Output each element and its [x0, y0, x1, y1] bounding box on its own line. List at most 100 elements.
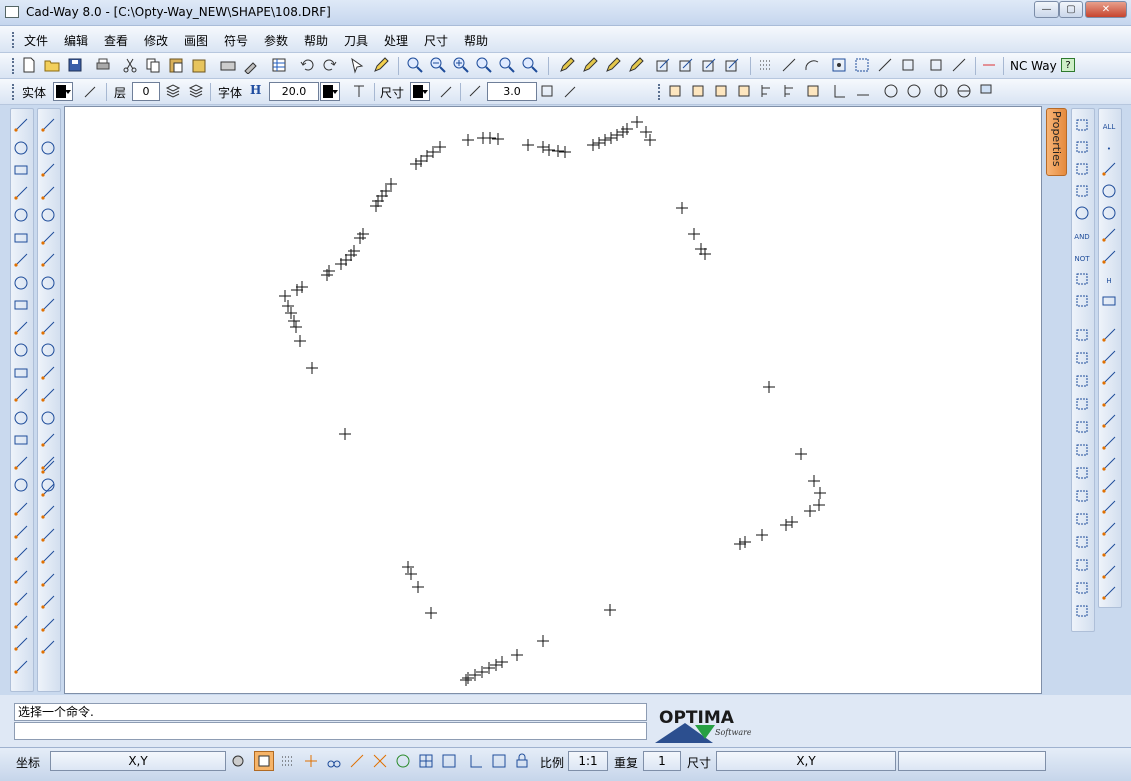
edit-extra-1-icon[interactable] — [39, 458, 57, 476]
draw-text-icon[interactable] — [12, 364, 30, 382]
layer-field[interactable]: 0 — [132, 82, 160, 101]
block-snap-icon[interactable] — [440, 752, 458, 770]
point-marker[interactable] — [593, 137, 605, 149]
point-marker[interactable] — [763, 381, 775, 393]
point-marker[interactable] — [469, 669, 481, 681]
select-not-icon[interactable]: NOT — [1073, 248, 1091, 266]
draw-ellipse-icon[interactable] — [12, 206, 30, 224]
select-dimension-icon[interactable] — [1100, 292, 1118, 310]
grid-props-icon[interactable] — [270, 56, 288, 74]
font-size-field[interactable]: 20.0 — [269, 82, 319, 101]
point-marker[interactable] — [291, 284, 303, 296]
menu-params[interactable]: 参数 — [264, 32, 288, 49]
snap-1-icon[interactable] — [1100, 326, 1118, 344]
draw-spline-icon[interactable] — [12, 296, 30, 314]
select-chain-icon[interactable] — [1073, 204, 1091, 222]
draw-circle-icon[interactable] — [12, 184, 30, 202]
draw-block-icon[interactable] — [12, 476, 30, 494]
paste-icon[interactable] — [167, 56, 185, 74]
snap-grid-icon[interactable] — [757, 56, 775, 74]
menu-view[interactable]: 查看 — [104, 32, 128, 49]
menu-help-2[interactable]: 帮助 — [464, 32, 488, 49]
title-bar[interactable]: Cad-Way 8.0 - [C:\Opty-Way_NEW\SHAPE\108… — [0, 0, 1131, 26]
point-marker[interactable] — [631, 116, 643, 128]
zoom-previous-icon[interactable] — [498, 56, 516, 74]
menu-file[interactable]: 文件 — [24, 32, 48, 49]
align-right-icon[interactable] — [804, 82, 822, 100]
point-marker[interactable] — [611, 129, 623, 141]
edit-offset-icon[interactable] — [39, 184, 57, 202]
entity-style-icon[interactable] — [82, 82, 100, 100]
draw-polygon-icon[interactable] — [12, 251, 30, 269]
point-marker[interactable] — [734, 538, 746, 550]
select-type-icon[interactable] — [1073, 292, 1091, 310]
draw-picture-icon[interactable] — [12, 454, 30, 472]
point-marker[interactable] — [786, 516, 798, 528]
properties-tab[interactable]: Properties — [1046, 108, 1067, 176]
point-marker[interactable] — [587, 139, 599, 151]
edit-trim-icon[interactable] — [39, 116, 57, 134]
point-marker[interactable] — [296, 281, 308, 293]
draw-dim-icon[interactable] — [12, 386, 30, 404]
save-icon[interactable] — [66, 56, 84, 74]
contrast-icon[interactable] — [932, 82, 950, 100]
select-and-icon[interactable]: AND — [1073, 226, 1091, 244]
snap-5-icon[interactable] — [1100, 412, 1118, 430]
transform-7-icon[interactable] — [1073, 464, 1091, 482]
snap-13-icon[interactable] — [1100, 584, 1118, 602]
point-marker[interactable] — [511, 649, 523, 661]
edit-extra-8-icon[interactable] — [39, 616, 57, 634]
polar-icon[interactable] — [325, 752, 343, 770]
draw-extra-1-icon[interactable] — [12, 500, 30, 518]
point-marker[interactable] — [522, 139, 534, 151]
snap-6-icon[interactable] — [1100, 434, 1118, 452]
snap-center-icon[interactable] — [830, 56, 848, 74]
transform-5-icon[interactable] — [1073, 418, 1091, 436]
edit-line-icon[interactable] — [558, 56, 576, 74]
track-icon[interactable] — [348, 752, 366, 770]
draw-cloud-icon[interactable] — [12, 319, 30, 337]
drawing-canvas[interactable] — [64, 106, 1042, 694]
menu-dimension[interactable]: 尺寸 — [424, 32, 448, 49]
menu-grip[interactable] — [12, 32, 15, 48]
grid-toggle-icon[interactable] — [279, 752, 297, 770]
font-color-select[interactable] — [320, 82, 340, 101]
edit-extra-7-icon[interactable] — [39, 593, 57, 611]
edit-align-icon[interactable] — [39, 431, 57, 449]
grid-snap-icon[interactable] — [417, 752, 435, 770]
undo-icon[interactable] — [298, 56, 316, 74]
snap-12-icon[interactable] — [1100, 563, 1118, 581]
view-front-icon[interactable] — [689, 82, 707, 100]
help-icon[interactable]: ? — [1061, 58, 1075, 72]
rewind-icon[interactable] — [905, 82, 923, 100]
entity-color-select[interactable] — [53, 82, 73, 101]
select-crossing-icon[interactable] — [1073, 138, 1091, 156]
snap-intersection-icon[interactable] — [853, 56, 871, 74]
select-text-icon[interactable]: H — [1100, 270, 1118, 288]
draw-extra-3-icon[interactable] — [12, 545, 30, 563]
snap-4-icon[interactable] — [1100, 391, 1118, 409]
scale-field[interactable]: 1:1 — [568, 751, 608, 771]
draw-extra-6-icon[interactable] — [12, 613, 30, 631]
cut-icon[interactable] — [121, 56, 139, 74]
draw-scale-icon[interactable] — [12, 431, 30, 449]
dimension-color-select[interactable] — [410, 82, 430, 101]
point-marker[interactable] — [370, 200, 382, 212]
plot-icon[interactable] — [219, 56, 237, 74]
point-marker[interactable] — [537, 141, 549, 153]
dimension-style-icon[interactable] — [438, 82, 456, 100]
export-icon[interactable] — [978, 82, 996, 100]
layer-list-icon[interactable] — [164, 82, 182, 100]
snap-perpendicular-icon[interactable] — [876, 56, 894, 74]
pen-icon[interactable] — [372, 56, 390, 74]
transform-2-icon[interactable] — [1073, 349, 1091, 367]
edit-extra-6-icon[interactable] — [39, 571, 57, 589]
edit-fillet-icon[interactable] — [39, 206, 57, 224]
point-marker[interactable] — [804, 505, 816, 517]
redo-icon[interactable] — [321, 56, 339, 74]
transform-4-icon[interactable] — [1073, 395, 1091, 413]
select-icon[interactable] — [348, 56, 366, 74]
edit-copy-icon[interactable] — [39, 319, 57, 337]
menu-edit[interactable]: 编辑 — [64, 32, 88, 49]
transform-mirror-icon[interactable] — [723, 56, 741, 74]
